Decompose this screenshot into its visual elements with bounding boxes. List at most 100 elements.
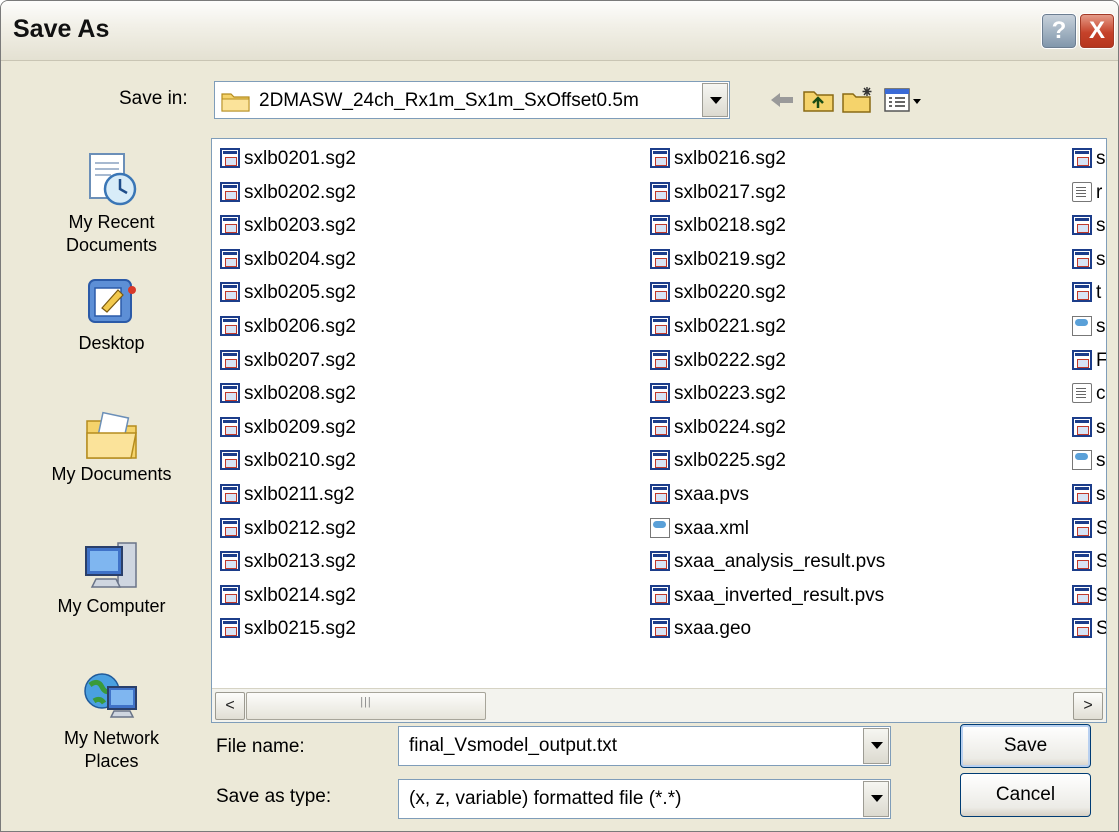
file-item[interactable]: sxlb0208.sg2 — [220, 378, 356, 410]
file-item[interactable]: sxlb0213.sg2 — [220, 546, 356, 578]
file-item[interactable]: sxlb0215.sg2 — [220, 613, 356, 645]
file-item[interactable]: sxlb0203.sg2 — [220, 210, 356, 242]
file-item[interactable]: s — [1072, 445, 1106, 477]
file-item[interactable]: sxlb0214.sg2 — [220, 580, 356, 612]
file-item[interactable]: t — [1072, 277, 1101, 309]
file-item[interactable]: s — [1072, 479, 1106, 511]
file-name-text: sxlb0205.sg2 — [244, 282, 356, 304]
file-item[interactable]: r — [1072, 177, 1102, 209]
file-name-input[interactable] — [409, 735, 849, 757]
file-name-label: File name: — [216, 736, 305, 757]
scroll-thumb[interactable] — [246, 692, 486, 720]
help-button[interactable]: ? — [1041, 13, 1077, 49]
file-sg-icon — [220, 148, 240, 168]
places-network-label: My Network Places — [63, 728, 159, 771]
new-folder-icon[interactable] — [841, 85, 877, 115]
close-button[interactable]: X — [1079, 13, 1115, 49]
file-item[interactable]: sxlb0224.sg2 — [650, 412, 786, 444]
save-in-dropdown-button[interactable] — [702, 83, 728, 117]
horizontal-scrollbar[interactable]: < > — [212, 688, 1106, 722]
file-name-dropdown-button[interactable] — [863, 728, 889, 764]
file-item[interactable]: sxlb0201.sg2 — [220, 143, 356, 175]
scroll-right-button[interactable]: > — [1073, 692, 1103, 720]
file-item[interactable]: sxaa.xml — [650, 513, 749, 545]
file-item[interactable]: sxlb0221.sg2 — [650, 311, 786, 343]
file-sg-icon — [220, 215, 240, 236]
file-name-text: sxlb0201.sg2 — [244, 148, 356, 169]
file-item[interactable]: sxlb0220.sg2 — [650, 277, 786, 309]
desktop-icon — [87, 279, 136, 323]
file-item[interactable]: sxlb0219.sg2 — [650, 244, 786, 276]
file-item[interactable]: sxlb0218.sg2 — [650, 210, 786, 242]
file-sg-icon — [220, 450, 240, 471]
file-item[interactable]: sxlb0223.sg2 — [650, 378, 786, 410]
file-name-text: sxlb0207.sg2 — [244, 349, 356, 371]
file-name-text: s — [1096, 148, 1106, 169]
file-item[interactable]: sxlb0225.sg2 — [650, 445, 786, 477]
views-menu-icon[interactable] — [883, 85, 923, 115]
file-name-combo[interactable] — [398, 726, 891, 766]
file-item[interactable]: F — [1072, 345, 1106, 377]
file-sg-icon — [650, 148, 670, 168]
file-item[interactable]: s — [1072, 210, 1106, 242]
file-item[interactable]: S — [1072, 513, 1106, 545]
folder-icon — [221, 93, 250, 112]
file-item[interactable]: s — [1072, 244, 1106, 276]
file-item[interactable]: sxlb0222.sg2 — [650, 345, 786, 377]
save-as-type-select[interactable]: (x, z, variable) formatted file (*.*) — [398, 779, 891, 819]
file-sg-icon — [220, 383, 240, 404]
file-item[interactable]: sxlb0207.sg2 — [220, 345, 356, 377]
file-item[interactable]: s — [1072, 143, 1106, 175]
file-item[interactable]: sxlb0205.sg2 — [220, 277, 356, 309]
file-item[interactable]: sxlb0206.sg2 — [220, 311, 356, 343]
file-sg-icon — [220, 584, 240, 605]
back-arrow-icon[interactable] — [763, 85, 799, 115]
file-item[interactable]: sxaa.pvs — [650, 479, 749, 511]
file-sg-icon — [650, 181, 670, 202]
file-item[interactable]: sxlb0211.sg2 — [220, 479, 355, 511]
title-bar[interactable]: Save As ? X — [1, 1, 1118, 61]
file-item[interactable]: sxaa.geo — [650, 613, 751, 645]
help-icon: ? — [1051, 17, 1067, 44]
file-name-text: s — [1096, 215, 1106, 237]
file-item[interactable]: s — [1072, 311, 1106, 343]
file-item[interactable]: sxlb0204.sg2 — [220, 244, 356, 276]
places-my-documents[interactable]: My Documents — [29, 411, 194, 486]
close-icon: X — [1088, 17, 1105, 44]
file-sg-icon — [1072, 282, 1092, 303]
save-as-type-dropdown-button[interactable] — [863, 781, 889, 817]
file-sg-icon — [1072, 349, 1092, 370]
places-recent-documents[interactable]: My Recent Documents — [29, 151, 194, 257]
file-item[interactable]: S — [1072, 613, 1106, 645]
save-button[interactable]: Save — [960, 724, 1091, 768]
file-sg-icon — [220, 248, 240, 269]
file-name-text: r — [1096, 181, 1103, 203]
file-name-text: sxlb0221.sg2 — [674, 316, 786, 337]
file-item[interactable]: s — [1072, 412, 1106, 444]
file-item[interactable]: sxlb0217.sg2 — [650, 177, 786, 209]
file-item[interactable]: sxlb0202.sg2 — [220, 177, 356, 209]
scroll-left-button[interactable]: < — [215, 692, 245, 720]
file-item[interactable]: sxlb0216.sg2 — [650, 143, 786, 175]
file-item[interactable]: S — [1072, 580, 1106, 612]
file-item[interactable]: sxlb0210.sg2 — [220, 445, 356, 477]
save-in-combo[interactable]: 2DMASW_24ch_Rx1m_Sx1m_SxOffset0.5m — [214, 81, 730, 119]
file-sg-icon — [650, 484, 670, 504]
places-desktop[interactable]: Desktop — [29, 276, 194, 355]
file-item[interactable]: sxlb0212.sg2 — [220, 513, 356, 545]
places-my-computer[interactable]: My Computer — [29, 539, 194, 618]
file-item[interactable]: sxaa_inverted_result.pvs — [650, 580, 884, 612]
file-item[interactable]: c — [1072, 378, 1106, 410]
up-folder-icon[interactable] — [801, 85, 837, 115]
places-my-documents-label: My Documents — [51, 464, 172, 484]
file-item[interactable]: S — [1072, 546, 1106, 578]
file-item[interactable]: sxaa_analysis_result.pvs — [650, 546, 885, 578]
cancel-button[interactable]: Cancel — [960, 773, 1091, 817]
file-name-text: sxlb0211.sg2 — [244, 484, 355, 505]
file-name-text: sxlb0214.sg2 — [244, 584, 356, 606]
file-item[interactable]: sxlb0209.sg2 — [220, 412, 356, 444]
file-name-text: s — [1096, 416, 1106, 438]
file-list[interactable]: sxlb0201.sg2 sxlb0202.sg2 sxlb0203.sg2 sxlb… — [211, 138, 1107, 723]
file-name-text: sxlb0203.sg2 — [244, 215, 356, 237]
places-network[interactable]: My Network Places — [29, 669, 194, 773]
